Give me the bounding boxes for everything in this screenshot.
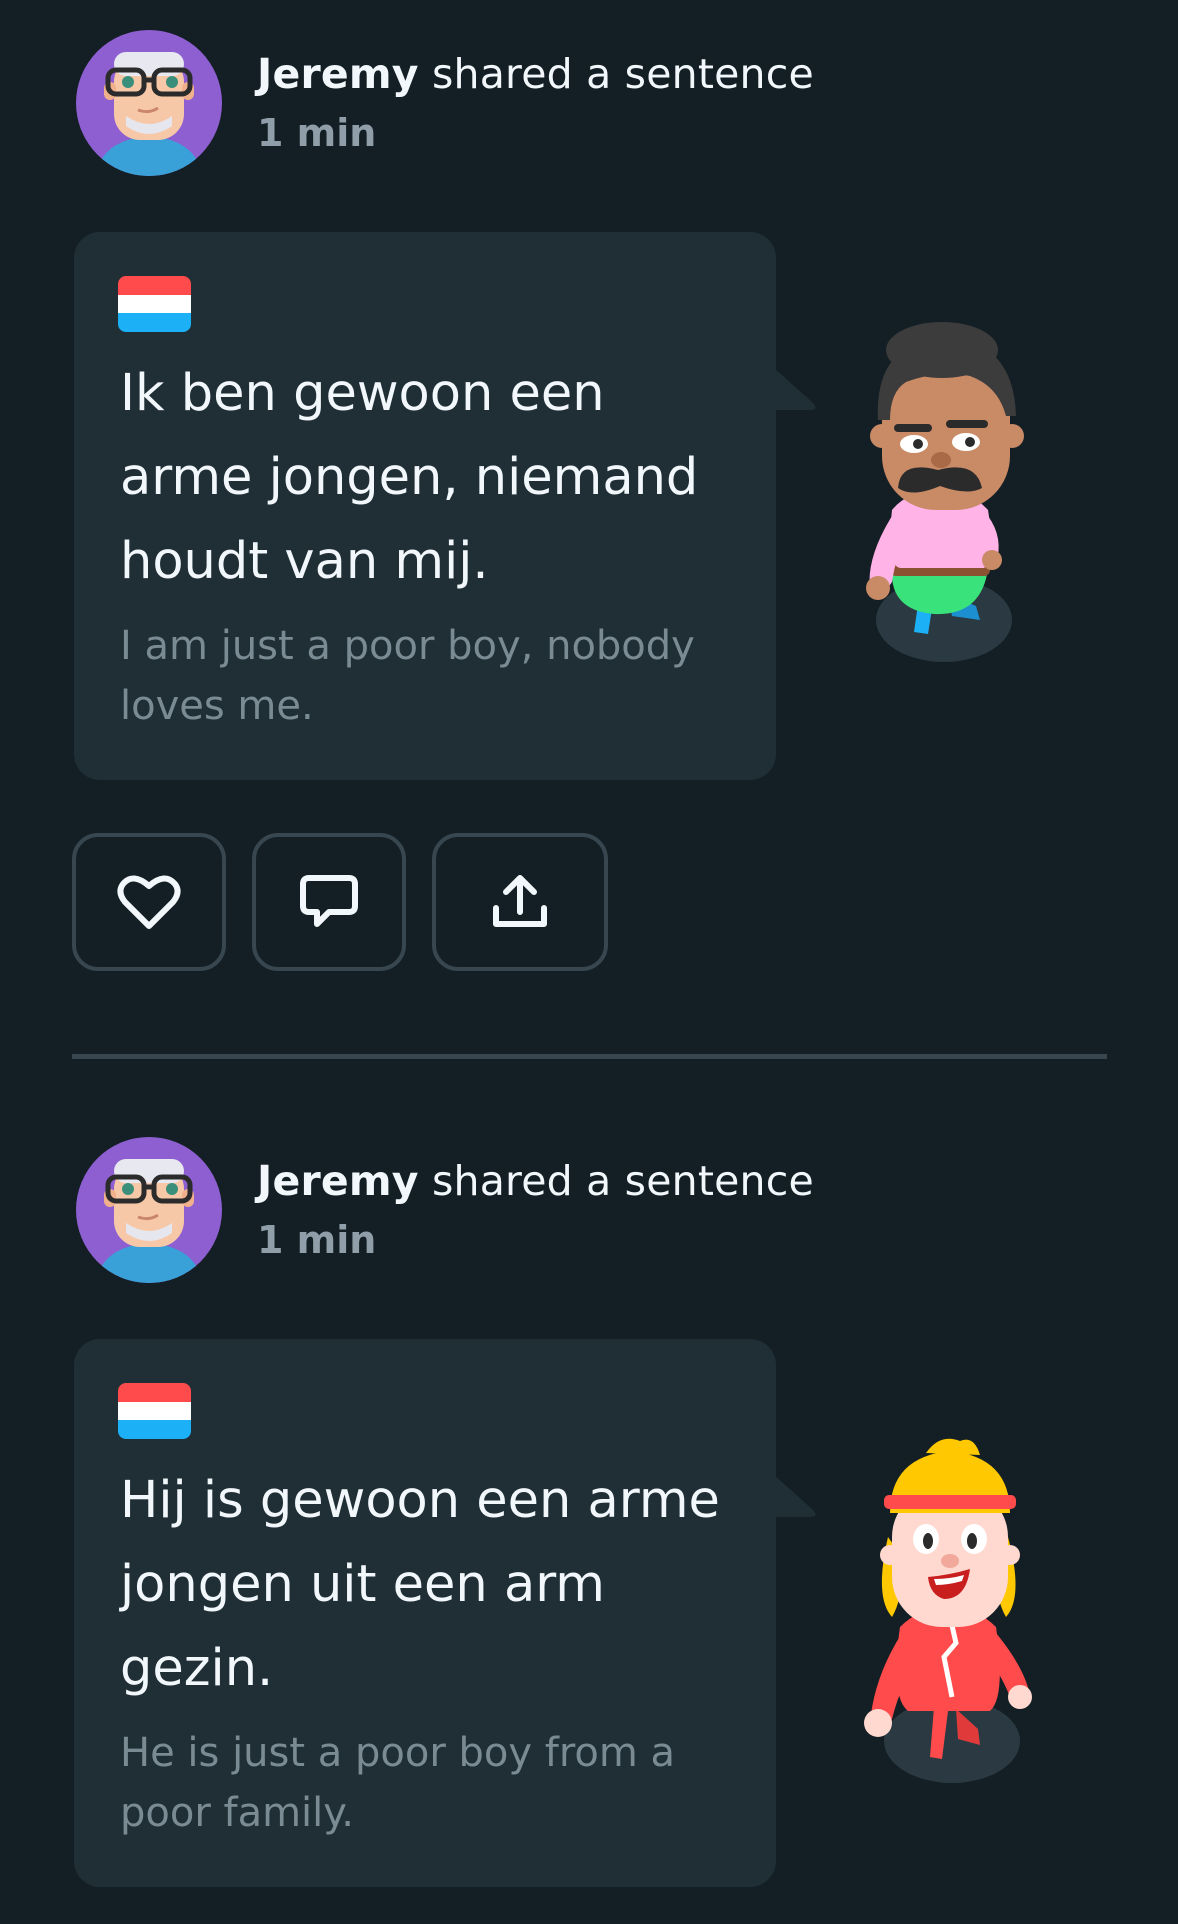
sentence-translation: He is just a poor boy from a poor family… — [120, 1730, 676, 1836]
feed-post: Jeremy shared a sentence 1 min Hij is ge… — [0, 1107, 1178, 1924]
speech-bubble-icon — [297, 872, 361, 932]
netherlands-flag-icon — [118, 1383, 191, 1439]
action-text: shared a sentence — [418, 50, 814, 98]
like-button[interactable] — [72, 833, 226, 971]
sentence-card[interactable]: Ik ben gewoon een arme jongen, niemand h… — [74, 232, 776, 780]
post-header: Jeremy shared a sentence 1 min — [257, 1155, 814, 1265]
mustache-man-character — [820, 320, 1050, 700]
post-headline: Jeremy shared a sentence — [257, 1155, 814, 1207]
post-timestamp: 1 min — [257, 1218, 377, 1262]
action-text: shared a sentence — [418, 1157, 814, 1205]
headband-girl-character — [830, 1427, 1060, 1807]
share-upload-icon — [490, 872, 550, 932]
post-header: Jeremy shared a sentence 1 min — [257, 48, 814, 158]
avatar-image — [76, 30, 222, 176]
post-headline: Jeremy shared a sentence — [257, 48, 814, 100]
avatar-image — [76, 1137, 222, 1283]
sentence-translation: I am just a poor boy, nobody loves me. — [120, 623, 695, 729]
comment-button[interactable] — [252, 833, 406, 971]
activity-feed: Jeremy shared a sentence 1 min Ik ben ge… — [0, 0, 1178, 1924]
sentence-card[interactable]: Hij is gewoon een arme jongen uit een ar… — [74, 1339, 776, 1887]
shared-sentence: Ik ben gewoon een arme jongen, niemand h… — [120, 364, 699, 591]
netherlands-flag-icon — [118, 276, 191, 332]
heart-icon — [115, 872, 183, 932]
avatar[interactable] — [76, 1137, 222, 1283]
share-button[interactable] — [432, 833, 608, 971]
avatar[interactable] — [76, 30, 222, 176]
post-divider — [72, 1054, 1107, 1059]
author-name[interactable]: Jeremy — [257, 50, 419, 98]
post-timestamp: 1 min — [257, 111, 377, 155]
feed-post: Jeremy shared a sentence 1 min Ik ben ge… — [0, 0, 1178, 1060]
shared-sentence: Hij is gewoon een arme jongen uit een ar… — [120, 1471, 720, 1698]
author-name[interactable]: Jeremy — [257, 1157, 419, 1205]
